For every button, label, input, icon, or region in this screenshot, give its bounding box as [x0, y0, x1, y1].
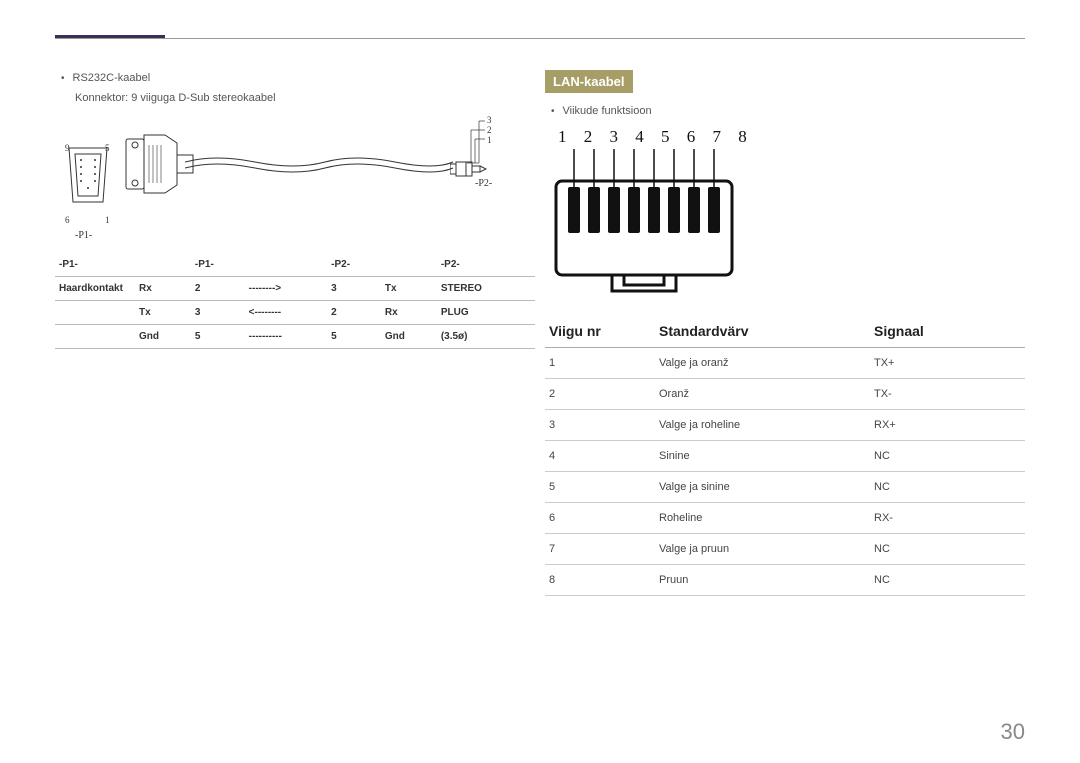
table-row: 7Valge ja pruunNC [545, 533, 1025, 564]
table-row: Tx 3 <-------- 2 Rx PLUG [55, 301, 535, 325]
table-row: 5Valge ja sinineNC [545, 471, 1025, 502]
table-row: 1Valge ja oranžTX+ [545, 347, 1025, 378]
hdr-p1a: -P1- [55, 253, 135, 277]
jack-pin-3: 3 [487, 115, 492, 125]
lan-pin-table: Viigu nr Standardvärv Signaal 1Valge ja … [545, 315, 1025, 596]
content-columns: RS232C-kaabel Konnektor: 9 viiguga D-Sub… [55, 70, 1025, 596]
table-row: Gnd 5 ---------- 5 Gnd (3.5ø) [55, 325, 535, 349]
hdr-viigu-nr: Viigu nr [545, 315, 655, 348]
table-row: 8PruunNC [545, 564, 1025, 595]
rs232-diagram: 9 5 6 1 [55, 115, 535, 245]
table-row: Viigu nr Standardvärv Signaal [545, 315, 1025, 348]
table-row: 4SinineNC [545, 440, 1025, 471]
table-row: 3Valge ja rohelineRX+ [545, 409, 1025, 440]
jack-pin-labels: 3 2 1 [487, 115, 492, 145]
header-rule [55, 38, 1025, 39]
p1-label: -P1- [75, 230, 92, 241]
haardkontakt-label: Haardkontakt [55, 277, 135, 301]
pin-label-6: 6 [65, 215, 70, 225]
table-row: Haardkontakt Rx 2 --------> 3 Tx STEREO [55, 277, 535, 301]
hdr-p2b: -P2- [437, 253, 535, 277]
cable-icon [185, 152, 455, 182]
table-row: 6RohelineRX- [545, 502, 1025, 533]
rj45-diagram: 1 2 3 4 5 6 7 8 [553, 127, 1025, 297]
p2-label: -P2- [475, 178, 492, 189]
left-column: RS232C-kaabel Konnektor: 9 viiguga D-Sub… [55, 70, 535, 596]
hdr-standardvarv: Standardvärv [655, 315, 870, 348]
right-column: LAN-kaabel Viikude funktsioon 1 2 3 4 5 … [545, 70, 1025, 596]
lan-heading: LAN-kaabel [545, 70, 633, 93]
hdr-p2a: -P2- [327, 253, 381, 277]
rs232-pin-table: -P1- -P1- -P2- -P2- Haardkontakt Rx 2 --… [55, 253, 535, 349]
table-row: -P1- -P1- -P2- -P2- [55, 253, 535, 277]
hdr-signaal: Signaal [870, 315, 1025, 348]
rs232-connector-desc: Konnektor: 9 viiguga D-Sub stereokaabel [75, 90, 535, 108]
rj45-icon [548, 141, 758, 296]
jack-pin-1: 1 [487, 135, 492, 145]
hdr-p1b: -P1- [191, 253, 245, 277]
jack-pin-2: 2 [487, 125, 492, 135]
pin-label-1: 1 [105, 215, 110, 225]
page-number: 30 [1001, 719, 1025, 745]
table-row: 2OranžTX- [545, 378, 1025, 409]
rs232-bullet: RS232C-kaabel [61, 70, 535, 88]
dsub-female-icon [65, 140, 111, 210]
lan-bullet: Viikude funktsioon [551, 103, 1025, 121]
